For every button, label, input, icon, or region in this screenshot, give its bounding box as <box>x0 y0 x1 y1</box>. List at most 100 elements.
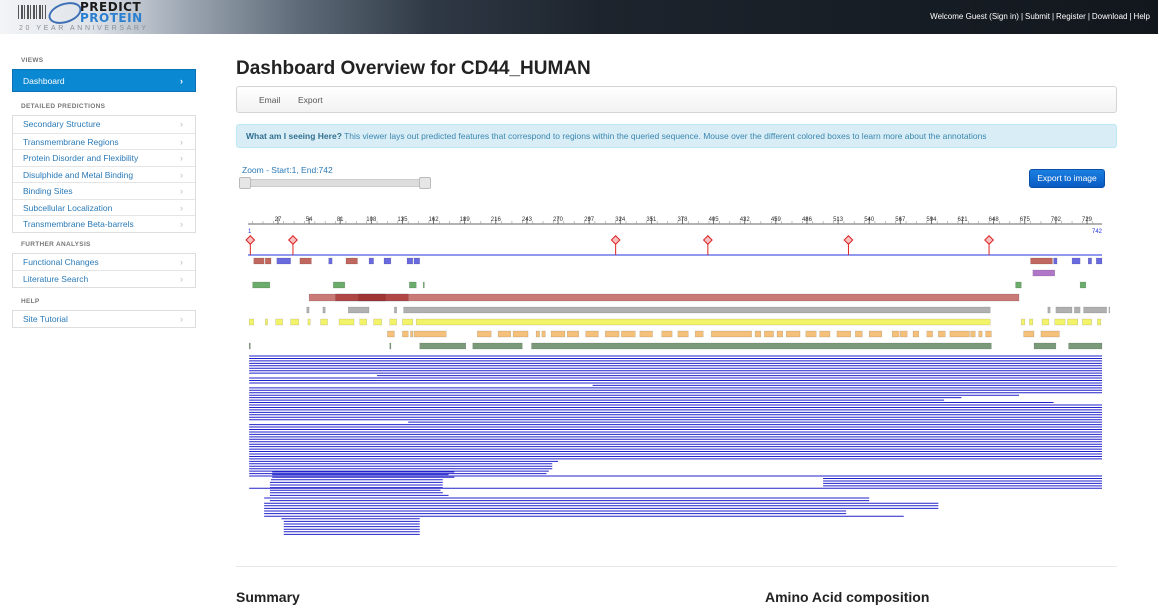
export-to-image-button[interactable]: Export to image <box>1029 169 1105 188</box>
feature-flexibility <box>348 306 370 314</box>
sidebar-item-functional-changes[interactable]: Functional Changes › <box>13 254 195 271</box>
help-link[interactable]: Help <box>1134 12 1150 21</box>
chevron-right-icon: › <box>180 202 183 213</box>
sidebar-item-label: Subcellular Localization <box>23 202 113 213</box>
ruler-tick-label: 324 <box>615 217 626 223</box>
feature-strand <box>1096 257 1103 265</box>
feature-orange <box>1023 330 1035 338</box>
feature-yellow <box>248 318 254 326</box>
feature-orange <box>786 330 801 338</box>
ruler-tick-label: 216 <box>491 217 502 223</box>
logo-word-protein: PROTEIN <box>80 11 143 25</box>
feature-yellow <box>1097 318 1102 326</box>
chevron-right-icon: › <box>180 119 183 129</box>
chevron-right-icon: › <box>180 76 183 86</box>
sidebar-item-tm-beta-barrels[interactable]: Transmembrane Beta-barrels › <box>13 215 195 232</box>
feature-orange <box>985 330 992 338</box>
feature-flexibility <box>322 306 326 314</box>
site-marker-icon <box>245 235 256 245</box>
feature-orange <box>764 330 774 338</box>
sidebar-item-label: Disulphide and Metal Binding <box>23 169 134 180</box>
feature-orange <box>387 330 395 338</box>
sidebar-item-label: Transmembrane Beta-barrels <box>23 219 134 229</box>
site-marker-icon <box>610 235 621 245</box>
ruler-tick-label: 459 <box>771 217 782 223</box>
feature-binding-site <box>1015 281 1022 289</box>
logo-tagline: 20 YEAR ANNIVERSARY <box>19 25 149 32</box>
ruler-tick-label: 729 <box>1082 217 1093 223</box>
feature-disorder <box>308 293 1020 302</box>
chevron-right-icon: › <box>180 219 183 229</box>
sequence-end-label: 742 <box>1092 229 1103 235</box>
feature-orange <box>550 330 566 338</box>
feature-strand <box>1087 257 1092 265</box>
sidebar-item-transmembrane-regions[interactable]: Transmembrane Regions › <box>13 132 195 150</box>
feature-orange <box>836 330 851 338</box>
sidebar-item-label: Secondary Structure <box>23 119 101 129</box>
chevron-right-icon: › <box>180 153 183 163</box>
feature-helix <box>345 257 358 265</box>
feature-orange <box>938 330 946 338</box>
sidebar-item-label: Site Tutorial <box>23 313 68 324</box>
site-marker-icon <box>843 235 854 245</box>
sidebar-item-disulphide-metal[interactable]: Disulphide and Metal Binding › <box>13 165 195 183</box>
zoom-start-handle[interactable] <box>239 177 251 189</box>
feature-yellow <box>402 318 414 326</box>
feature-darkgreen <box>531 342 992 350</box>
toolbar: Email Export <box>236 86 1117 113</box>
feature-orange <box>621 330 636 338</box>
ruler-tick-label: 162 <box>429 217 440 223</box>
feature-flexibility <box>1108 306 1110 314</box>
download-link[interactable]: Download <box>1092 12 1128 21</box>
chevron-right-icon: › <box>180 274 183 284</box>
feature-helix <box>299 257 312 265</box>
submit-link[interactable]: Submit <box>1025 12 1050 21</box>
feature-darkgreen <box>419 342 467 350</box>
ruler-tick-label: 81 <box>337 217 344 223</box>
feature-yellow <box>1054 318 1066 326</box>
email-button[interactable]: Email <box>259 95 280 105</box>
page-title: Dashboard Overview for CD44_HUMAN <box>236 58 591 79</box>
feature-yellow <box>1021 318 1025 326</box>
further-analysis-group: Functional Changes › Literature Search › <box>12 252 196 288</box>
site-marker-icon <box>702 235 713 245</box>
register-link[interactable]: Register <box>1056 12 1086 21</box>
export-menu-button[interactable]: Export <box>298 95 323 105</box>
ruler-tick-label: 27 <box>275 217 282 223</box>
feature-strand <box>413 257 420 265</box>
section-divider <box>236 566 1117 567</box>
feature-strand <box>406 257 414 265</box>
feature-viewer[interactable]: 27 54 81 108 135 162 189 216 243 270 297 324 351 378 4… <box>240 210 1110 550</box>
feature-orange <box>1040 330 1060 338</box>
feature-yellow <box>1041 318 1050 326</box>
ruler-tick-label: 189 <box>460 217 471 223</box>
info-text: This viewer lays out predicted features … <box>344 131 987 141</box>
feature-yellow <box>389 318 397 326</box>
sidebar-item-literature-search[interactable]: Literature Search › <box>13 270 195 287</box>
ruler-tick-label: 513 <box>833 217 844 223</box>
feature-yellow <box>275 318 283 326</box>
feature-yellow <box>290 318 299 326</box>
feature-yellow <box>416 318 991 326</box>
top-links: Welcome Guest (Sign in) | Submit | Register |… <box>930 12 1150 21</box>
sidebar-item-label: Binding Sites <box>23 186 73 196</box>
feature-disorder-core <box>358 293 386 302</box>
feature-strand <box>383 257 392 265</box>
sidebar-item-binding-sites[interactable]: Binding Sites › <box>13 182 195 199</box>
sidebar-item-subcellular-localization[interactable]: Subcellular Localization › <box>13 198 195 216</box>
zoom-end-handle[interactable] <box>419 177 431 189</box>
feature-flexibility <box>394 306 397 314</box>
feature-flexibility <box>1083 306 1107 314</box>
feature-yellow <box>1029 318 1034 326</box>
sign-in-link[interactable]: Welcome Guest (Sign in) <box>930 12 1019 21</box>
sidebar-item-dashboard[interactable]: Dashboard › <box>12 69 196 92</box>
sidebar-item-disorder-flexibility[interactable]: Protein Disorder and Flexibility › <box>13 149 195 166</box>
feature-orange <box>639 330 653 338</box>
ruler-tick-label: 540 <box>864 217 875 223</box>
feature-orange <box>970 330 976 338</box>
feature-strand <box>1071 257 1081 265</box>
sidebar-item-site-tutorial[interactable]: Site Tutorial › <box>13 311 195 328</box>
zoom-slider[interactable] <box>239 177 431 189</box>
sidebar-item-secondary-structure[interactable]: Secondary Structure › <box>13 116 195 133</box>
feature-orange <box>535 330 540 338</box>
